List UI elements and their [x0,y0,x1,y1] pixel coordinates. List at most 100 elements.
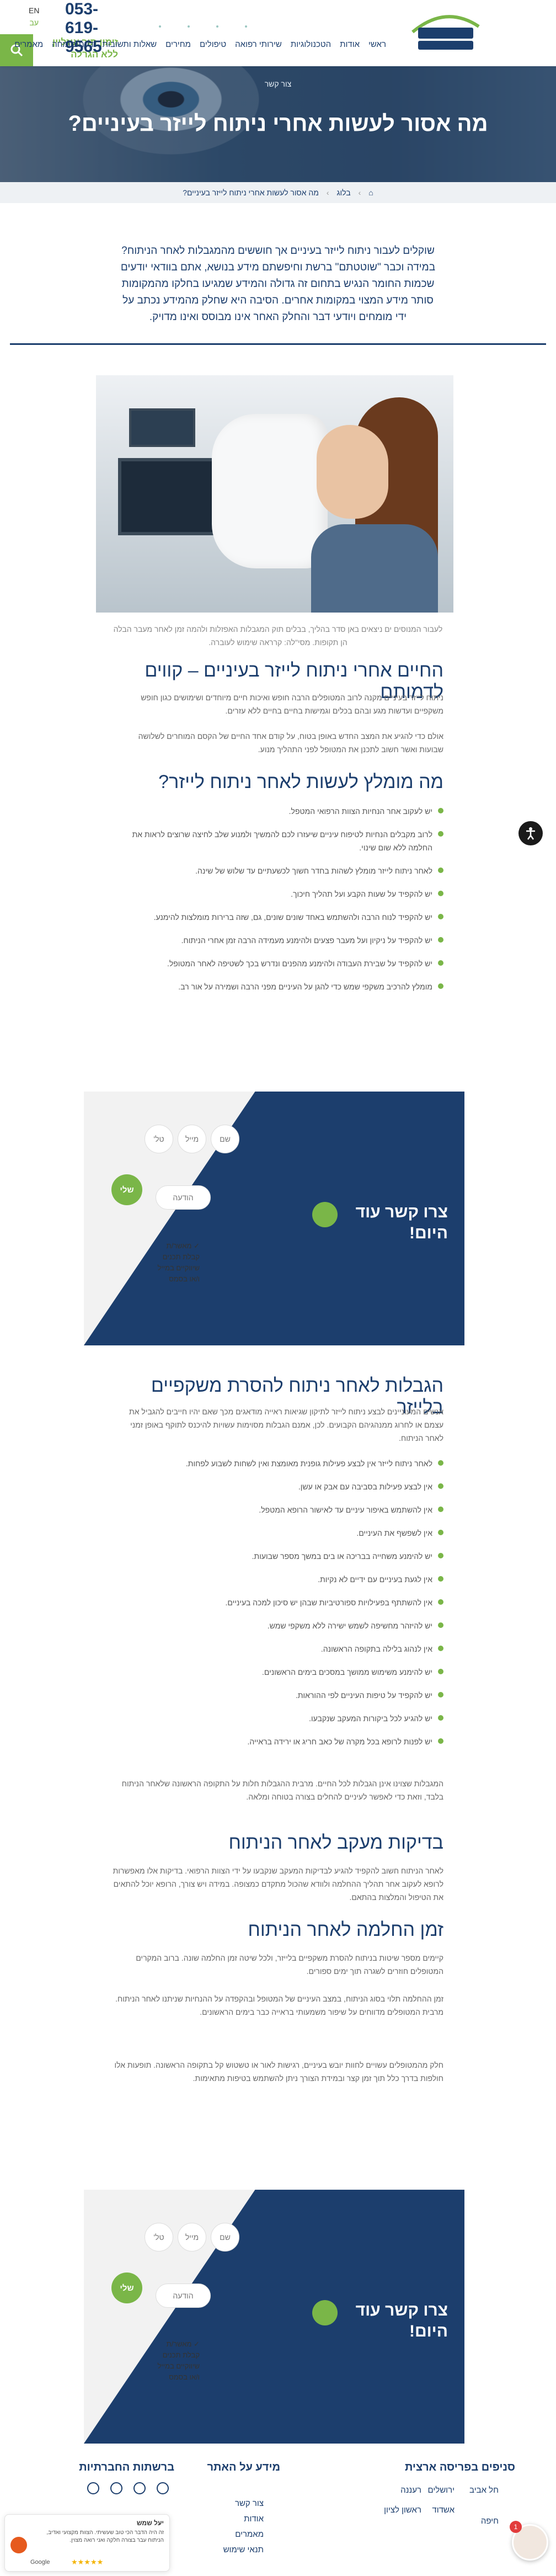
form-title: צרו קשר עוד היום! [355,2301,448,2340]
nav-item-articles[interactable]: מאמרים [10,40,47,49]
rating-stars: ★★★★★ [71,2558,104,2566]
hero-banner: צור קשר מה אסור לעשות אחרי ניתוח לייזר ב… [0,66,556,182]
language-switcher[interactable]: EN עב [29,4,39,29]
list-item: אין להשתמש באיפור עיניים עד לאישור הרופא… [113,1503,443,1516]
nav-item-expert[interactable]: דעת מומחה [47,40,98,49]
email-field[interactable]: מייל [178,2223,206,2252]
name-field[interactable]: שם [211,1125,239,1153]
lang-he[interactable]: עב [29,17,39,29]
section-paragraph: אנשים המעוניינים לבצע ניתוח לייזר לתיקון… [129,1407,443,1443]
footer-link[interactable]: חל אביב [469,2485,499,2495]
footer-social-title: ברשתות החברתיות [79,2461,174,2473]
checkbox-icon[interactable]: ✓ [194,1242,200,1250]
list-item: אין לשפשף את העיניים. [113,1526,443,1540]
site-header: זימון תור אונליין ללא הגרלה EN עב 053-61… [0,0,556,66]
footer-link[interactable]: תנאי שימוש [223,2545,264,2554]
nav-item-services[interactable]: שירותי רפואה [231,40,286,49]
facebook-icon[interactable] [157,2482,169,2494]
decorative-dot [312,1202,338,1227]
message-field[interactable]: הודעה [156,1185,211,1210]
breadcrumb-blog[interactable]: בלוג [337,188,351,197]
section-paragraph: לאחר הניתוח חשוב להקפיד להגיע לבדיקות המ… [113,1866,443,1902]
footer-link[interactable]: צור קשר [235,2499,264,2508]
section-paragraph: קיימים מספר שיטות בניתוח להסרת משקפיים ב… [136,1954,443,1976]
decorative-dot [312,2300,338,2325]
review-author: יעל שמש [136,2519,164,2527]
hero-subtitle: צור קשר [264,79,292,88]
checkbox-icon[interactable]: ✓ [194,2340,200,2348]
nav-item-faq[interactable]: שאלות ותשובות [98,40,161,49]
contact-form: צרו קשר עוד היום! שם מייל טל' הודעה שלי … [84,1092,464,1345]
list-item: אין לנהוג בלילה בתקופה הראשונה. [113,1642,443,1656]
list-item: יש לעקוב אחר הנחיות הצוות הרפואי המטפל. [113,805,443,818]
google-review-widget[interactable]: יעל שמש זה היה הדבר הכי טוב שעשיתי. הצוו… [4,2514,170,2572]
footer-link[interactable]: ראשון לציון [384,2505,421,2515]
list-item: יש להקפיד על טיפות העיניים לפי ההוראות. [113,1689,443,1702]
contact-form: צרו קשר עוד היום! שם מייל טל' הודעה שלי … [84,2190,464,2444]
section-title: מה מומלץ לעשות לאחר ניתוח לייזר? [158,771,443,792]
footer-link[interactable]: אודות [244,2514,264,2524]
section-paragraph: חלק מהמטופלים עשויים לחוות יובש בעיניים,… [114,2061,443,2083]
list-item: לאחר ניתוח לייזר אין לבצע פעילות גופנית … [113,1457,443,1470]
nav-item-home[interactable]: ראשי [364,40,391,49]
main-nav: ראשי אודות הטכנולוגיות שירותי רפואה טיפו… [10,40,391,49]
social-links [87,2482,169,2494]
intro-text: שוקלים לעבור ניתוח לייזר בעיניים אך חושש… [120,245,436,323]
image-caption: לעבור המנוסים ים ניצאים באן סדר בהליך, ב… [113,625,443,647]
breadcrumb-home-icon[interactable]: ⌂ [368,188,373,197]
send-button[interactable]: שלי [111,2272,142,2303]
nav-item-prices[interactable]: מחירים [161,40,195,49]
nav-item-technologies[interactable]: הטכנולוגיות [286,40,335,49]
send-button[interactable]: שלי [111,1174,142,1205]
youtube-icon[interactable] [133,2482,146,2494]
breadcrumb: ⌂ › בלוג › מה אסור לעשות אחרי ניתוח לייז… [0,182,556,203]
message-field[interactable]: הודעה [156,2284,211,2308]
list-item: יש להיזהר מחשיפה לשמש ישירה ללא משקפי שמ… [113,1619,443,1632]
list-item: מומלץ להרכיב משקפי שמש כדי להגן על העיני… [113,980,443,993]
phone-field[interactable]: טל' [145,1125,173,1153]
footer-info-title: מידע על האתר [207,2461,280,2473]
whatsapp-icon[interactable] [87,2482,99,2494]
phone-field[interactable]: טל' [145,2223,173,2252]
accessibility-icon [526,827,535,840]
divider [10,343,546,345]
breadcrumb-current: מה אסור לעשות אחרי ניתוח לייזר בעיניים? [183,188,319,197]
list-item: יש להקפיד על שבירת העבודה ולהימנע מהפנים… [113,957,443,970]
list-item: יש להקפיד על ניקיון ועל מעבר פצעים ולהימ… [113,934,443,947]
list-item: אין לגעת בעיניים עם ידיים לא נקיות. [113,1573,443,1586]
consent-checkbox[interactable]: ✓ מאשר/ת קבלת תכנים שיווקיים במייל ו/או … [156,1241,200,1285]
email-field[interactable]: מייל [178,1125,206,1153]
list-item: יש להגיע לכל ביקורות המעקב שנקבעו. [113,1712,443,1725]
lang-en[interactable]: EN [29,4,39,17]
nav-item-about[interactable]: אודות [335,40,364,49]
footer-link[interactable]: ירושלים [428,2485,455,2495]
footer-link[interactable]: רעננה [400,2485,421,2495]
list-item: יש לפנות לרופא בכל מקרה של כאב חריג או י… [113,1735,443,1748]
footer-link[interactable]: אשדוד [432,2505,455,2515]
list-item: יש להקפיד לנוח הרבה ולהשתמש באחד שונים ש… [113,911,443,924]
section-paragraph: ניתוח לייזר בעיניים מקנה לרוב המטופלים ה… [141,693,443,715]
recommendations-list: יש לעקוב אחר הנחיות הצוות הרפואי המטפל. … [113,805,443,1003]
restrictions-list: לאחר ניתוח לייזר אין לבצע פעילות גופנית … [113,1457,443,1758]
consent-checkbox[interactable]: ✓ מאשר/ת קבלת תכנים שיווקיים במייל ו/או … [156,2339,200,2383]
list-item: יש להימנע משחייה בבריכה או בים במשך מספר… [113,1550,443,1563]
name-field[interactable]: שם [211,2223,239,2252]
section-title: זמן החלמה לאחר הניתוח [248,1919,443,1940]
section-paragraph: המגבלות שצוינו אינן הגבלות לכל החיים. מר… [121,1779,443,1801]
nav-item-treatments[interactable]: טיפולים [195,40,231,49]
footer-link[interactable]: חיפה [481,2516,499,2526]
accessibility-button[interactable] [518,821,543,845]
review-text: זה היה הדבר הכי טוב שעשיתי. הצוות מקצועי… [46,2530,164,2543]
site-logo[interactable] [407,10,484,54]
reviewer-avatar [10,2537,27,2553]
form-title: צרו קשר עוד היום! [355,1203,448,1242]
nav-decoration [159,25,247,28]
chat-notification-badge: 1 [510,2521,522,2533]
search-button[interactable] [0,34,33,66]
messenger-icon[interactable] [110,2482,122,2494]
section-title: בדיקות מעקב לאחר הניתוח [228,1832,443,1853]
list-item: לרוב מקבלים הנחיות לטיפוח עיניים שיעזרו … [113,828,443,854]
footer-branches-title: סניפים בפריסה ארצית [404,2461,515,2473]
article-image [96,375,453,613]
footer-link[interactable]: מאמרים [235,2530,264,2539]
